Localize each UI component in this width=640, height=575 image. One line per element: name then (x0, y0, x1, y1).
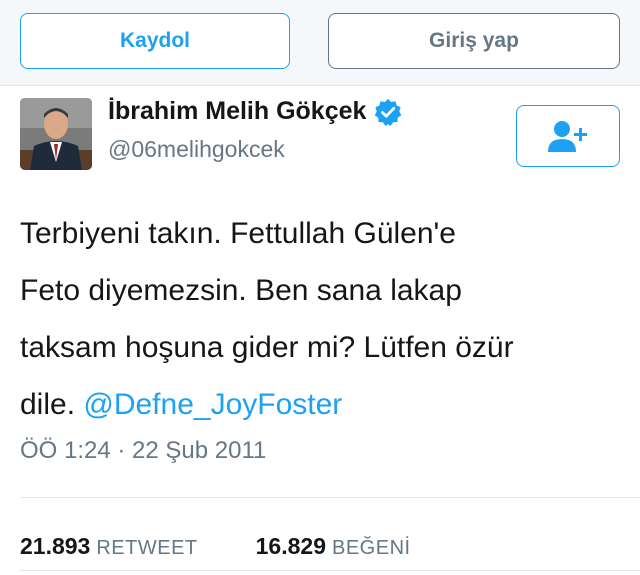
tweet-line: taksam hoşuna gider mi? Lütfen özür (20, 331, 514, 364)
tweet-timestamp[interactable]: ÖÖ 1:24 · 22 Şub 2011 (20, 437, 266, 465)
auth-bar: Kaydol Giriş yap (0, 0, 640, 86)
mention-link[interactable]: @Defne_JoyFoster (83, 388, 342, 421)
tweet-line-last: dile. @Defne_JoyFoster (20, 376, 624, 433)
like-label[interactable]: BEĞENİ (332, 537, 411, 560)
divider (20, 497, 640, 498)
profile-name[interactable]: İbrahim Melih Gökçek (108, 97, 366, 126)
tweet-stats: 21.893 RETWEET 16.829 BEĞENİ (20, 533, 411, 560)
signup-button[interactable]: Kaydol (20, 13, 290, 69)
verified-badge-icon (374, 98, 402, 126)
like-count[interactable]: 16.829 (256, 533, 326, 560)
retweet-count[interactable]: 21.893 (20, 533, 90, 560)
retweet-label[interactable]: RETWEET (96, 537, 197, 560)
avatar[interactable] (20, 98, 92, 170)
follow-button[interactable] (516, 105, 620, 167)
divider (20, 570, 640, 571)
tweet-line: Terbiyeni takın. Fettullah Gülen'e (20, 217, 456, 250)
login-button[interactable]: Giriş yap (328, 13, 620, 69)
profile-name-row: İbrahim Melih Gökçek (108, 97, 402, 126)
add-user-icon (548, 121, 587, 152)
avatar-image (20, 98, 92, 170)
tweet-text: Terbiyeni takın. Fettullah Gülen'e Feto … (20, 205, 624, 433)
tweet-line: Feto diyemezsin. Ben sana lakap (20, 274, 462, 307)
tweet-line-prefix: dile. (20, 388, 84, 421)
profile-handle[interactable]: @06melihgokcek (108, 136, 285, 163)
